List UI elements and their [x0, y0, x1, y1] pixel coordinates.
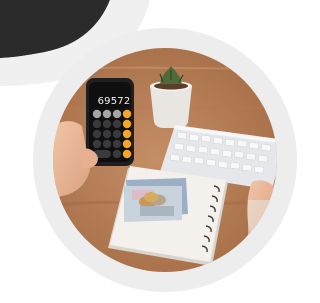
circular-photo	[0, 0, 297, 292]
cash-and-coins	[124, 178, 188, 222]
photo-canvas: 69572	[0, 0, 309, 303]
